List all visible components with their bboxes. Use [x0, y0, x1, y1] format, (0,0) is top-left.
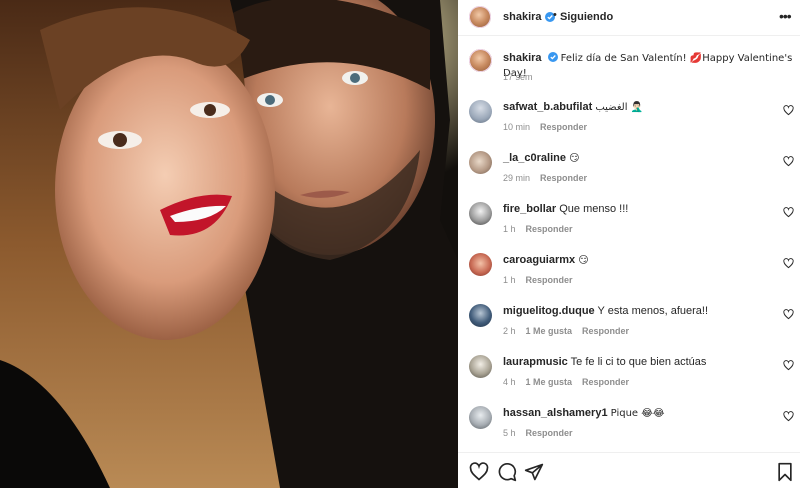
reply-button[interactable]: Responder — [526, 428, 573, 438]
post-side-panel: shakira • Siguiendo ••• shakira Feliz dí… — [458, 0, 800, 488]
caption-timestamp[interactable]: 17 sem — [503, 72, 533, 82]
author-username[interactable]: shakira — [503, 11, 542, 23]
reply-button[interactable]: Responder — [526, 224, 573, 234]
comment-icon[interactable] — [497, 462, 517, 482]
commenter-avatar[interactable] — [469, 406, 492, 429]
comment-time[interactable]: 2 h — [503, 326, 516, 336]
comment-time[interactable]: 1 h — [503, 224, 516, 234]
more-options-icon[interactable]: ••• — [779, 8, 792, 24]
comment-likes-count[interactable]: 1 Me gusta — [526, 326, 573, 336]
comment-item: laurapmusic Te fe li ci to que bien actú… — [458, 355, 800, 405]
comment-text: 😏 — [578, 255, 589, 266]
comment-text: الغضيب 🤦🏻‍♂️ — [595, 102, 644, 113]
post-header: shakira • Siguiendo ••• — [458, 0, 800, 36]
verified-badge-icon — [547, 52, 558, 62]
comment-username[interactable]: laurapmusic — [503, 356, 568, 368]
comment-time[interactable]: 10 min — [503, 122, 530, 132]
comment-likes-count[interactable]: 1 Me gusta — [526, 377, 573, 387]
comment-username[interactable]: _la_c0raline — [503, 152, 566, 164]
comment-username[interactable]: fire_bollar — [503, 203, 556, 215]
reply-button[interactable]: Responder — [526, 275, 573, 285]
comment-like-heart-icon[interactable] — [783, 207, 794, 218]
comment-item: safwat_b.abufilat الغضيب 🤦🏻‍♂️ 10 min Res… — [458, 100, 800, 150]
comment-time[interactable]: 4 h — [503, 377, 516, 387]
commenter-avatar[interactable] — [469, 355, 492, 378]
comment-username[interactable]: miguelitog.duque — [503, 305, 595, 317]
comment-text: Te fe li ci to que bien actúas — [570, 356, 707, 368]
reply-button[interactable]: Responder — [582, 326, 629, 336]
bookmark-icon[interactable] — [775, 462, 795, 482]
comment-time[interactable]: 5 h — [503, 428, 516, 438]
comment-text: Pique 😂😂 — [610, 408, 665, 419]
comment-item: _la_c0raline 😏 29 min Responder — [458, 151, 800, 201]
comment-like-heart-icon[interactable] — [783, 105, 794, 116]
reply-button[interactable]: Responder — [540, 173, 587, 183]
commenter-avatar[interactable] — [469, 253, 492, 276]
commenter-avatar[interactable] — [469, 304, 492, 327]
couple-selfie-image — [0, 0, 458, 488]
comment-like-heart-icon[interactable] — [783, 411, 794, 422]
comment-username[interactable]: safwat_b.abufilat — [503, 101, 592, 113]
post-action-bar — [458, 452, 800, 488]
caption-avatar[interactable] — [469, 49, 492, 72]
author-avatar[interactable] — [469, 6, 491, 28]
commenter-avatar[interactable] — [469, 151, 492, 174]
comment-time[interactable]: 29 min — [503, 173, 530, 183]
paper-plane-icon[interactable] — [524, 462, 544, 482]
comment-text: Que menso !!! — [559, 203, 629, 215]
separator-dot: • — [553, 9, 557, 21]
following-button[interactable]: Siguiendo — [560, 11, 613, 23]
comment-item: caroaguiarmx 😏 1 h Responder — [458, 253, 800, 303]
comment-item: hassan_alshamery1 Pique 😂😂 5 h Responder — [458, 406, 800, 456]
post-photo[interactable] — [0, 0, 458, 488]
comment-text: Y esta menos, afuera!! — [597, 305, 709, 317]
comment-username[interactable]: hassan_alshamery1 — [503, 407, 608, 419]
comment-username[interactable]: caroaguiarmx — [503, 254, 575, 266]
comment-item: fire_bollar Que menso !!! 1 h Responder — [458, 202, 800, 252]
caption-text: Feliz día de San Valentín! 💋Happy Valent… — [503, 53, 793, 79]
reply-button[interactable]: Responder — [582, 377, 629, 387]
comment-like-heart-icon[interactable] — [783, 360, 794, 371]
caption-username[interactable]: shakira — [503, 52, 542, 64]
comment-like-heart-icon[interactable] — [783, 156, 794, 167]
comment-like-heart-icon[interactable] — [783, 258, 794, 269]
heart-icon[interactable] — [469, 462, 489, 482]
post-caption: shakira Feliz día de San Valentín! 💋Happ… — [503, 51, 793, 81]
reply-button[interactable]: Responder — [540, 122, 587, 132]
comment-item: miguelitog.duque Y esta menos, afuera!! … — [458, 304, 800, 354]
comment-like-heart-icon[interactable] — [783, 309, 794, 320]
commenter-avatar[interactable] — [469, 202, 492, 225]
commenter-avatar[interactable] — [469, 100, 492, 123]
comment-text: 😏 — [569, 153, 580, 164]
comment-time[interactable]: 1 h — [503, 275, 516, 285]
